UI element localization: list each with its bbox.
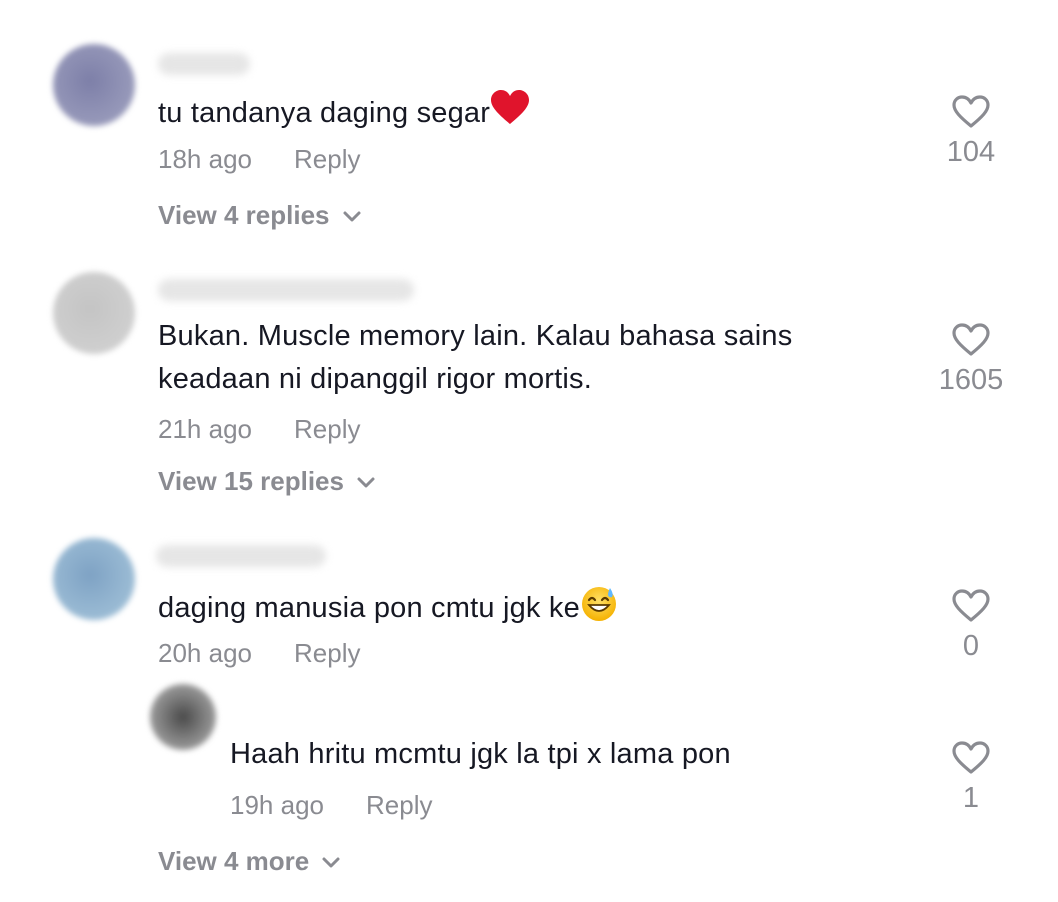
view-more-label: View 4 more bbox=[158, 846, 310, 876]
timestamp: 19h ago bbox=[230, 790, 324, 820]
like-count: 1 bbox=[962, 782, 980, 814]
reply-button[interactable]: Reply bbox=[294, 414, 360, 445]
chevron-down-icon bbox=[356, 466, 376, 497]
comment-text-line-1: Bukan. Muscle memory lain. Kalau bahasa … bbox=[158, 320, 793, 352]
comment-text-line-2: keadaan ni dipanggil rigor mortis. bbox=[158, 363, 592, 395]
grinning-sweat-face-icon bbox=[580, 585, 618, 631]
reply-button[interactable]: Reply bbox=[366, 790, 432, 821]
timestamp: 21h ago bbox=[158, 414, 252, 444]
heart-outline-icon bbox=[952, 323, 990, 361]
comment-text: daging manusia pon cmtu jgk ke bbox=[158, 585, 618, 631]
username-redacted[interactable] bbox=[158, 279, 414, 301]
reply-button[interactable]: Reply bbox=[294, 144, 360, 175]
like-count: 0 bbox=[962, 630, 980, 662]
red-heart-icon bbox=[490, 90, 530, 134]
heart-outline-icon bbox=[952, 741, 990, 779]
view-replies-label: View 15 replies bbox=[158, 466, 344, 496]
timestamp: 20h ago bbox=[158, 638, 252, 668]
avatar[interactable] bbox=[53, 538, 135, 620]
heart-outline-icon bbox=[952, 589, 990, 627]
username-redacted[interactable] bbox=[158, 53, 250, 75]
view-replies-label: View 4 replies bbox=[158, 200, 330, 230]
comment-text: tu tandanya daging segar bbox=[158, 90, 530, 134]
like-count: 1605 bbox=[938, 364, 1004, 396]
reply-text: Haah hritu mcmtu jgk la tpi x lama pon bbox=[230, 738, 731, 770]
view-more-button[interactable]: View 4 more bbox=[158, 846, 341, 877]
chevron-down-icon bbox=[321, 846, 341, 877]
avatar[interactable] bbox=[53, 44, 135, 126]
like-count: 104 bbox=[946, 136, 996, 168]
view-replies-button[interactable]: View 15 replies bbox=[158, 466, 376, 497]
like-button[interactable]: 1 bbox=[921, 741, 1021, 815]
like-button[interactable]: 1605 bbox=[921, 323, 1021, 397]
username-redacted[interactable] bbox=[156, 545, 326, 567]
chevron-down-icon bbox=[342, 200, 362, 231]
view-replies-button[interactable]: View 4 replies bbox=[158, 200, 362, 231]
like-button[interactable]: 104 bbox=[921, 95, 1021, 169]
like-button[interactable]: 0 bbox=[921, 589, 1021, 663]
avatar[interactable] bbox=[150, 684, 216, 750]
reply-button[interactable]: Reply bbox=[294, 638, 360, 669]
timestamp: 18h ago bbox=[158, 144, 252, 174]
avatar[interactable] bbox=[53, 272, 135, 354]
heart-outline-icon bbox=[952, 95, 990, 133]
